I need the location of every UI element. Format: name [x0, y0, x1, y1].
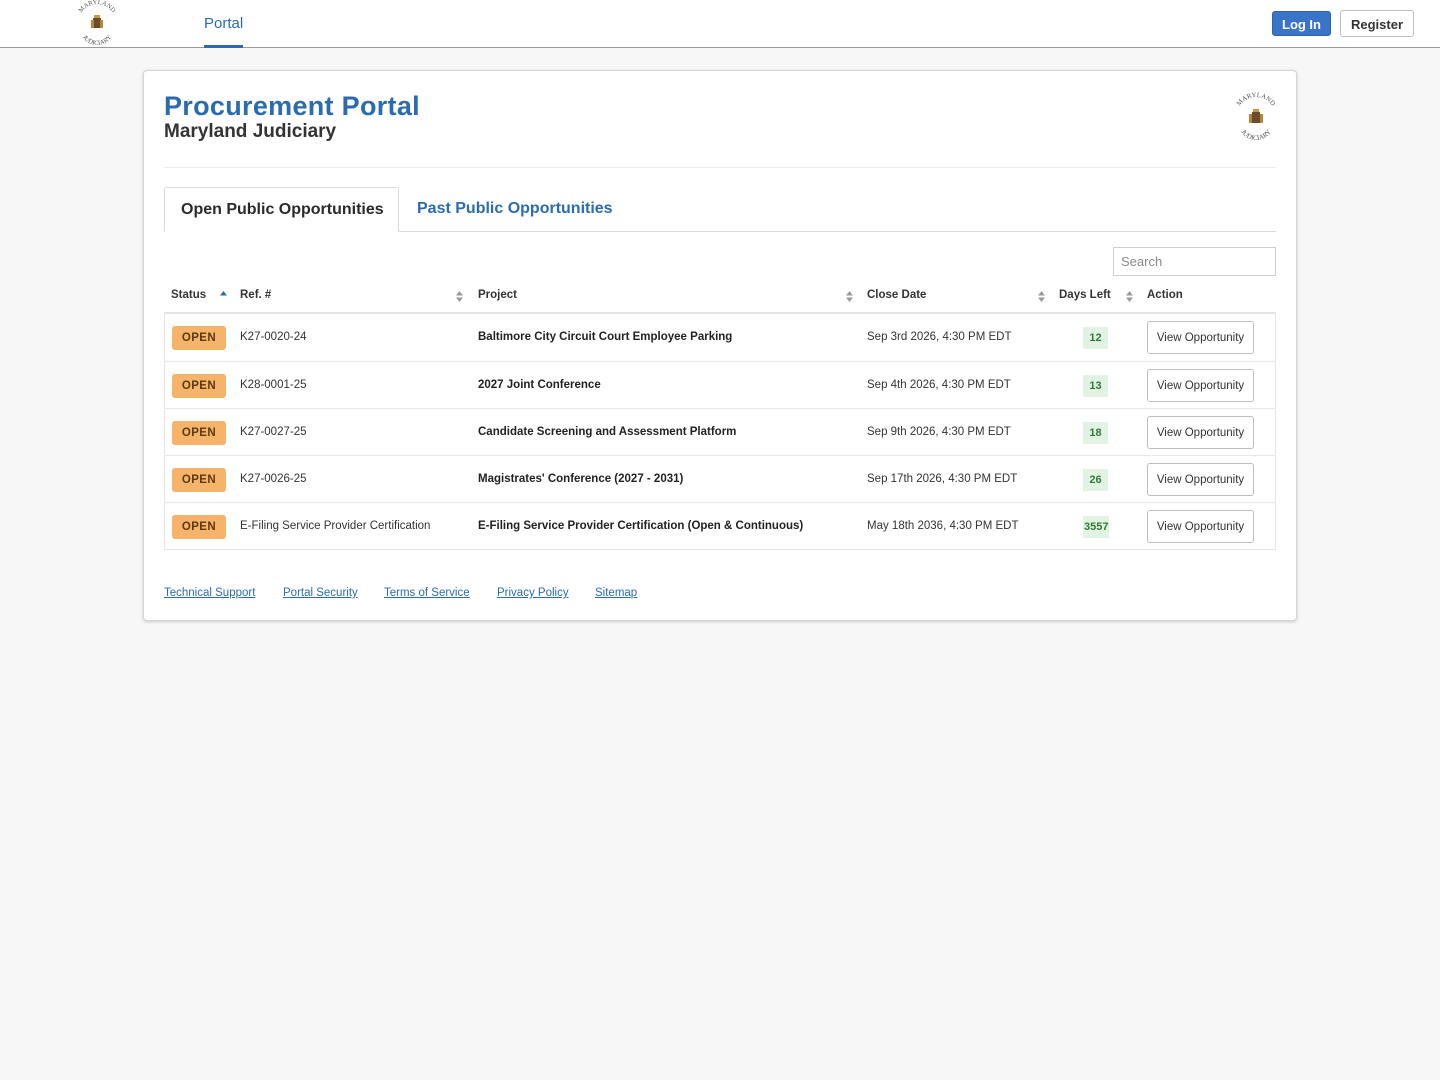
- footer-link-sitemap[interactable]: Sitemap: [595, 587, 637, 599]
- close-date: May 18th 2036, 4:30 PM EDT: [867, 520, 1019, 532]
- portal-card: Procurement Portal Maryland Judiciary MA…: [143, 70, 1297, 621]
- sort-both-icon[interactable]: [846, 290, 853, 303]
- project-name: Magistrates' Conference (2027 - 2031): [478, 473, 684, 485]
- project-name: Candidate Screening and Assessment Platf…: [478, 426, 737, 438]
- status-badge: OPEN: [172, 468, 226, 492]
- footer-link-portal-security[interactable]: Portal Security: [283, 587, 358, 599]
- header-divider: [164, 167, 1276, 168]
- maryland-judiciary-seal-logo: MARYLAND JUDICIARY: [1236, 92, 1277, 143]
- close-date: Sep 17th 2026, 4:30 PM EDT: [867, 473, 1018, 485]
- tab-open-public-opportunities[interactable]: Open Public Opportunities: [164, 187, 399, 232]
- top-navbar: MARYLAND JUDICIARY Portal Log In Registe…: [0, 0, 1440, 48]
- close-date: Sep 3rd 2026, 4:30 PM EDT: [867, 331, 1012, 343]
- project-name: 2027 Joint Conference: [478, 379, 601, 391]
- column-header-status[interactable]: Status: [171, 281, 206, 312]
- page-subtitle: Maryland Judiciary: [164, 121, 337, 142]
- column-header-action: Action: [1147, 289, 1183, 301]
- ref-number: K27-0020-24: [240, 331, 307, 343]
- svg-text:JUDICIARY: JUDICIARY: [81, 34, 113, 47]
- svg-text:MARYLAND: MARYLAND: [77, 0, 116, 14]
- table-row: OPEN K27-0020-24 Baltimore City Circuit …: [165, 314, 1275, 361]
- table-header: Status Ref. # Project Close Date Days Le…: [164, 281, 1276, 314]
- column-header-ref[interactable]: Ref. #: [240, 281, 271, 312]
- register-button[interactable]: Register: [1340, 10, 1414, 37]
- footer-link-terms-of-service[interactable]: Terms of Service: [384, 587, 470, 599]
- page-title: Procurement Portal: [164, 91, 420, 121]
- view-opportunity-button[interactable]: View Opportunity: [1147, 510, 1254, 543]
- table-body: OPEN K27-0020-24 Baltimore City Circuit …: [164, 314, 1276, 550]
- opportunities-table: Status Ref. # Project Close Date Days Le…: [164, 281, 1276, 550]
- table-row: OPEN K27-0027-25 Candidate Screening and…: [165, 408, 1275, 455]
- project-name: Baltimore City Circuit Court Employee Pa…: [478, 331, 733, 343]
- project-name: E-Filing Service Provider Certification …: [478, 520, 804, 532]
- tab-past-public-opportunities[interactable]: Past Public Opportunities: [417, 187, 613, 232]
- footer-link-technical-support[interactable]: Technical Support: [164, 587, 255, 599]
- status-badge: OPEN: [172, 374, 226, 398]
- days-left-badge: 3557: [1083, 516, 1110, 538]
- column-header-days-left[interactable]: Days Left: [1059, 281, 1111, 312]
- days-left-badge: 12: [1083, 327, 1108, 349]
- status-badge: OPEN: [172, 421, 226, 445]
- view-opportunity-button[interactable]: View Opportunity: [1147, 369, 1254, 402]
- nav-portal-link[interactable]: Portal: [204, 0, 244, 48]
- ref-number: K28-0001-25: [240, 379, 307, 391]
- table-row: OPEN K27-0026-25 Magistrates' Conference…: [165, 455, 1275, 502]
- days-left-badge: 18: [1083, 422, 1108, 444]
- svg-text:JUDICIARY: JUDICIARY: [1239, 129, 1273, 143]
- login-button[interactable]: Log In: [1272, 11, 1331, 36]
- ref-number: E-Filing Service Provider Certification: [240, 520, 431, 532]
- ref-number: K27-0027-25: [240, 426, 307, 438]
- column-header-close-date[interactable]: Close Date: [867, 281, 926, 312]
- view-opportunity-button[interactable]: View Opportunity: [1147, 416, 1254, 449]
- status-badge: OPEN: [172, 515, 226, 539]
- table-row: OPEN K28-0001-25 2027 Joint Conference S…: [165, 361, 1275, 408]
- sort-both-icon[interactable]: [1038, 290, 1045, 303]
- svg-text:MARYLAND: MARYLAND: [1236, 92, 1277, 107]
- sort-both-icon[interactable]: [456, 290, 463, 303]
- ref-number: K27-0026-25: [240, 473, 307, 485]
- sort-ascending-icon[interactable]: [220, 290, 227, 303]
- days-left-badge: 26: [1083, 469, 1108, 491]
- status-badge: OPEN: [172, 326, 226, 350]
- close-date: Sep 4th 2026, 4:30 PM EDT: [867, 379, 1011, 391]
- close-date: Sep 9th 2026, 4:30 PM EDT: [867, 426, 1011, 438]
- table-row: OPEN E-Filing Service Provider Certifica…: [165, 502, 1275, 549]
- search-input[interactable]: [1113, 247, 1276, 276]
- view-opportunity-button[interactable]: View Opportunity: [1147, 463, 1254, 496]
- column-header-project[interactable]: Project: [478, 281, 517, 312]
- view-opportunity-button[interactable]: View Opportunity: [1147, 321, 1254, 354]
- sort-both-icon[interactable]: [1126, 290, 1133, 303]
- footer-link-privacy-policy[interactable]: Privacy Policy: [497, 587, 569, 599]
- maryland-judiciary-seal-logo[interactable]: MARYLAND JUDICIARY: [74, 0, 120, 48]
- days-left-badge: 13: [1083, 375, 1108, 397]
